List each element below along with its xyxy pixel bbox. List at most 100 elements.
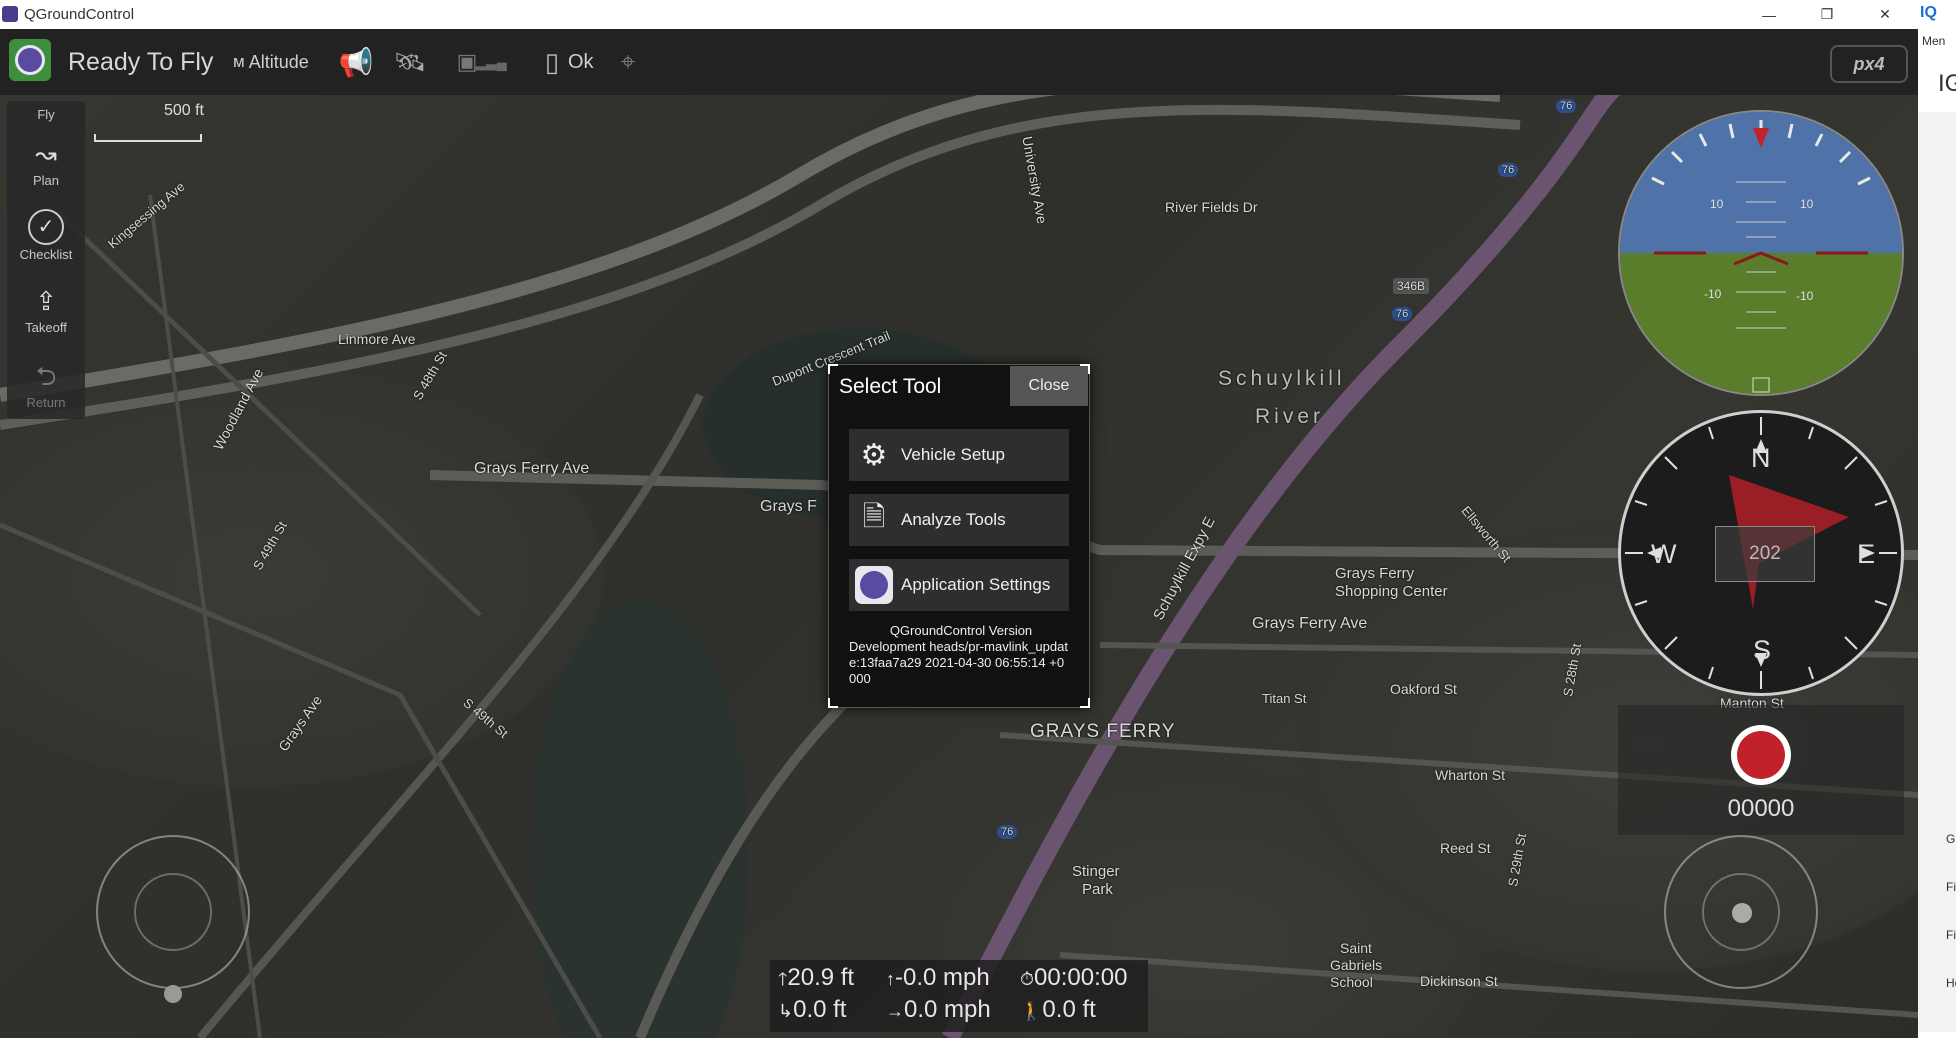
map-scale-bar [94, 134, 202, 142]
toolstrip-checklist[interactable]: ✓ Checklist [7, 209, 85, 262]
minimize-button[interactable]: — [1746, 0, 1792, 29]
toolstrip-takeoff[interactable]: ⇪ Takeoff [7, 284, 85, 335]
version-info: QGroundControl Version Development heads… [849, 623, 1073, 687]
right-joystick[interactable] [1664, 835, 1818, 989]
vertical-speed-arrow-icon: ↑ [886, 969, 895, 989]
walker-icon: 🚶 [1020, 1001, 1043, 1021]
left-joystick-inner [134, 873, 212, 951]
pitch-label-4: -10 [1796, 289, 1814, 303]
left-joystick[interactable] [96, 835, 250, 989]
map-label-grays-ferry-ave-right: Grays Ferry Ave [1252, 615, 1368, 632]
rc-rssi-indicator[interactable]: ▣ ▂▃▄ [455, 47, 507, 77]
telemetry-vertical-speed: ↑-0.0 mph [886, 964, 990, 992]
dialog-close-button[interactable]: Close [1010, 366, 1088, 406]
compass-heading: 202 [1715, 526, 1815, 582]
attitude-indicator: 10 10 -10 -10 [1618, 110, 1904, 396]
analyze-icon: 🗎 [862, 501, 886, 532]
toolstrip-return-label: Return [26, 395, 66, 410]
map-label-schuylkill: Schuylkill [1218, 367, 1346, 390]
compass-north: N [1751, 443, 1771, 473]
version-line-1: Development heads/pr-mavlink_updat [849, 639, 1068, 654]
map-label-saint-2: Gabriels [1330, 957, 1383, 973]
battery-icon: ▯ [544, 46, 560, 77]
vehicle-setup-button[interactable]: ⚙ Vehicle Setup [849, 429, 1069, 481]
analyze-tools-button[interactable]: 🗎 Analyze Tools [849, 494, 1069, 546]
altitude-mode-label: Altitude [248, 51, 309, 72]
map-scale: 500 ft [94, 102, 204, 142]
plan-icon: ↝ [35, 139, 57, 169]
toolstrip-plan[interactable]: ↝ Plan [7, 137, 85, 188]
select-tool-dialog: Select Tool Close ⚙ Vehicle Setup 🗎 Anal… [828, 364, 1090, 708]
side-label-6: Fi [1946, 928, 1956, 942]
pitch-label-3: -10 [1704, 287, 1722, 301]
telemetry-distance-home: 🚶0.0 ft [1020, 996, 1096, 1024]
telemetry-horizontal-speed-value: 0.0 mph [904, 996, 991, 1023]
horizontal-speed-arrow-icon: → [886, 1001, 904, 1021]
map-label-linmore-ave: Linmore Ave [338, 331, 416, 347]
toolstrip-return[interactable]: ⮌ Return [7, 359, 85, 410]
window-titlebar: QGroundControl — ❐ ✕ [0, 0, 1956, 29]
compass-south: S [1753, 635, 1772, 665]
compass: N S E W 202 [1618, 410, 1904, 696]
map-shield-76-d: 76 [997, 825, 1018, 839]
pitch-label-1: 10 [1710, 197, 1724, 211]
restore-button[interactable]: ❐ [1804, 0, 1850, 29]
map-label-reed: Reed St [1440, 840, 1491, 856]
app-icon [2, 6, 18, 22]
version-title: QGroundControl Version [889, 623, 1033, 638]
signal-bars-icon: ▂▃▄ [475, 53, 507, 70]
gps-indicator[interactable]: 🛰 [392, 47, 428, 77]
map-label-saint-1: Saint [1340, 940, 1372, 956]
side-label-7: He [1946, 976, 1956, 990]
vehicle-status[interactable]: Ready To Fly [68, 48, 213, 77]
toolstrip-fly-label: Fly [37, 107, 55, 122]
close-window-button[interactable]: ✕ [1862, 0, 1908, 29]
qgc-logo-button[interactable] [9, 39, 51, 81]
checklist-icon: ✓ [28, 209, 64, 245]
toolstrip-takeoff-label: Takeoff [25, 320, 67, 335]
record-icon [1737, 731, 1785, 779]
recording-counter: 00000 [1727, 795, 1795, 822]
side-panel-body [1918, 112, 1956, 1032]
map-label-saint-3: School [1330, 974, 1373, 990]
analyze-tools-label: Analyze Tools [901, 510, 1006, 529]
crosshair-icon: ⌖ [620, 46, 636, 76]
map-label-dickinson: Dickinson St [1420, 973, 1498, 989]
telemetry-horizontal-speed: →0.0 mph [886, 996, 991, 1024]
map-label-wharton: Wharton St [1435, 767, 1506, 783]
flight-mode-indicator[interactable]: ⌖ [616, 46, 640, 77]
map-label-shopping-center-1: Grays Ferry [1335, 565, 1415, 582]
application-settings-button[interactable]: Application Settings [849, 559, 1069, 611]
main-toolbar: Ready To Fly ᴍ Altitude 📢 🛰 ▣ ▂▃▄ ▯ Ok ⌖… [0, 29, 1918, 95]
pitch-label-2: 10 [1800, 197, 1814, 211]
map-shield-346b: 346B [1393, 278, 1430, 294]
battery-indicator[interactable]: ▯ Ok [540, 47, 594, 77]
telemetry-distance: ↳0.0 ft [778, 996, 846, 1024]
messages-indicator[interactable]: 📢 [338, 47, 374, 78]
altitude-mode[interactable]: ᴍ Altitude [233, 47, 309, 77]
right-joystick-handle[interactable] [1732, 903, 1752, 923]
px4-brand-logo: px4 [1830, 45, 1908, 83]
side-label-ig: IG [1938, 70, 1956, 97]
toolstrip-fly[interactable]: Fly [7, 107, 85, 122]
compass-west: W [1651, 539, 1677, 569]
satellite-icon: 🛰 [393, 46, 427, 77]
dialog-corner [1080, 698, 1090, 708]
telemetry-distance-value: 0.0 ft [793, 996, 847, 1023]
record-button[interactable] [1731, 725, 1791, 785]
map-label-stinger-2: Park [1082, 881, 1113, 898]
altitude-arrow-icon: 🡑 [778, 969, 788, 989]
left-joystick-handle[interactable] [164, 985, 182, 1003]
map-label-river-fields-dr: River Fields Dr [1165, 199, 1258, 215]
side-label-4: Gi [1946, 832, 1956, 846]
telemetry-vertical-speed-value: -0.0 mph [895, 964, 990, 991]
distance-arrow-icon: ↳ [778, 1001, 794, 1021]
gears-icon: ⚙ [860, 438, 888, 472]
telemetry-flight-time-value: 00:00:00 [1034, 964, 1128, 991]
telemetry-altitude: 🡑20.9 ft [778, 964, 854, 997]
telemetry-panel[interactable]: 🡑20.9 ft ↑-0.0 mph ⏱00:00:00 ↳0.0 ft →0.… [770, 960, 1148, 1032]
altitude-mode-icon: ᴍ [233, 52, 245, 71]
map-label-stinger-1: Stinger [1072, 863, 1120, 880]
toolstrip-checklist-label: Checklist [19, 247, 73, 262]
stopwatch-icon: ⏱ [1020, 969, 1035, 989]
